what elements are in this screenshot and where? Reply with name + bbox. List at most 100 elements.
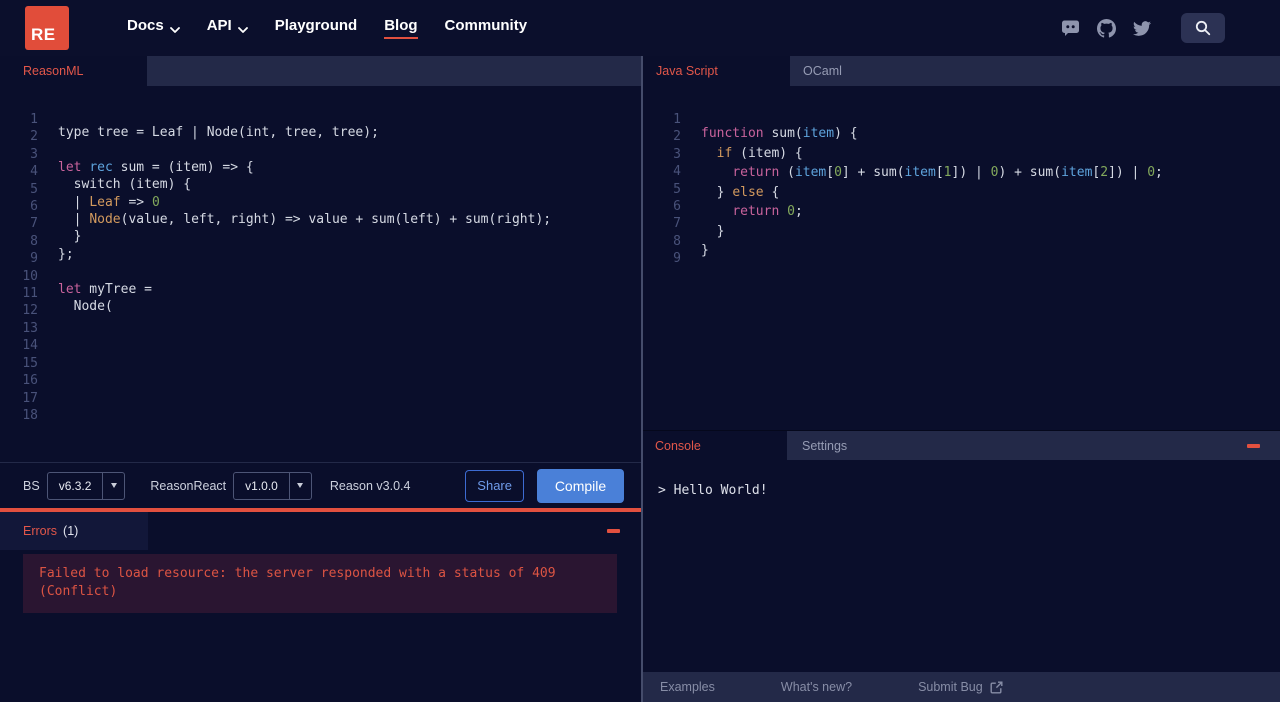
line-number-gutter: 1 2 3 4 5 6 7 8 9 10 11 12 13 14 15 16 17 18	[0, 86, 38, 462]
code-token: (	[779, 165, 795, 180]
code-token: ]) |	[951, 165, 991, 180]
code-token: rec	[89, 159, 113, 175]
playground-footer: Examples What's new? Submit Bug	[643, 672, 1280, 702]
line-number: 12	[22, 303, 38, 319]
reason-editor[interactable]: 1 2 3 4 5 6 7 8 9 10 11 12 13 14 15 16 17 18 type tree = …	[0, 86, 641, 462]
code-token: };	[58, 246, 74, 262]
console-tabbar: Console Settings	[643, 430, 1280, 460]
github-icon[interactable]	[1097, 18, 1116, 38]
code-line: | Leaf => 0	[58, 194, 551, 211]
footer-item-examples[interactable]: Examples	[660, 680, 715, 694]
code-token: let	[58, 281, 82, 297]
code-line: switch (item) {	[58, 176, 551, 193]
line-number-gutter: 1 23 45 678 9	[643, 86, 681, 430]
code-token: [	[935, 165, 944, 180]
errors-panel: Errors (1) Failed to load resource: the …	[0, 508, 641, 702]
line-number: 1	[673, 112, 681, 127]
code-line: }	[58, 228, 551, 245]
nav-item-api[interactable]: API	[207, 17, 248, 39]
footer-item-submit-bug[interactable]: Submit Bug	[918, 680, 1003, 694]
discord-icon[interactable]	[1061, 20, 1080, 36]
code-token: return	[732, 165, 780, 180]
tab-ocaml[interactable]: OCaml	[790, 56, 842, 86]
error-message: Failed to load resource: the server resp…	[23, 554, 617, 613]
twitter-icon[interactable]	[1133, 20, 1151, 36]
code-token: }	[701, 223, 725, 239]
code-token: ]) |	[1108, 165, 1148, 180]
tab-reasonml[interactable]: ReasonML	[0, 56, 147, 86]
nav-item-docs[interactable]: Docs	[127, 17, 180, 39]
code-token: Node(	[58, 299, 113, 315]
nav-item-blog[interactable]: Blog	[384, 17, 418, 39]
footer-item-what-s-new[interactable]: What's new?	[781, 680, 852, 694]
line-number: 16	[22, 373, 38, 389]
line-number: 13	[22, 320, 38, 336]
code-token: sum(	[763, 126, 803, 141]
code-token: sum = (item) => {	[112, 159, 254, 175]
line-number: 8	[30, 233, 38, 249]
code-token: |	[58, 212, 90, 228]
code-token: =>	[120, 194, 152, 210]
tab-errors[interactable]: Errors (1)	[0, 512, 148, 550]
line-number: 6	[30, 199, 38, 215]
code-line: };	[58, 246, 551, 263]
footer-item-label: What's new?	[780, 680, 853, 694]
nav-item-community[interactable]: Community	[445, 17, 528, 39]
output-tabbar: Java Script OCaml	[643, 56, 1280, 86]
code-line: } else {	[701, 183, 1163, 203]
code-line: return 0;	[701, 202, 1163, 222]
footer-item-label: Submit Bug	[918, 680, 983, 694]
nav-item-playground[interactable]: Playground	[275, 17, 358, 39]
js-output-editor[interactable]: 123456789 function sum(item) { if (item)…	[643, 86, 1280, 430]
bs-version-select[interactable]: v6.3.2	[46, 471, 126, 500]
right-pane: Java Script OCaml 123456789 function sum(…	[643, 56, 1280, 702]
code-line: if (item) {	[701, 144, 1163, 164]
code-token: ) + sum(	[998, 165, 1062, 180]
code-line: }	[701, 241, 1163, 261]
tab-console[interactable]: Console	[643, 431, 787, 460]
code-token: switch (item) {	[58, 177, 192, 193]
tab-settings[interactable]: Settings	[787, 431, 847, 460]
reasonreact-label: ReasonReact	[150, 478, 227, 493]
reasonreact-version-select[interactable]: v1.0.0	[233, 471, 312, 500]
nav-right	[1061, 13, 1225, 43]
code-line: | Node(value, left, right) => value + su…	[58, 211, 551, 228]
line-number: 3	[673, 146, 681, 162]
code-line: function sum(item) {	[701, 124, 1163, 144]
code-line: let myTree =	[58, 281, 551, 298]
line-number: 14	[22, 338, 38, 354]
external-link-icon	[990, 681, 1003, 694]
code-token: 0	[834, 165, 842, 180]
compile-toolbar: BS v6.3.2 ReasonReact v1.0.0 Reason v3.0…	[0, 462, 641, 508]
code-token: {	[763, 184, 780, 200]
code-line: return (item[0] + sum(item[1]) | 0) + su…	[701, 163, 1163, 183]
compile-button[interactable]: Compile	[537, 468, 624, 503]
tab-java-script[interactable]: Java Script	[643, 56, 790, 86]
code-token: ) {	[834, 126, 858, 141]
search-button[interactable]	[1181, 13, 1225, 43]
line-number: 9	[673, 251, 681, 267]
reasonreact-version-value: v1.0.0	[245, 478, 278, 493]
line-number: 7	[30, 216, 38, 232]
share-button[interactable]: Share	[465, 469, 524, 502]
code-token: 1	[943, 165, 952, 180]
footer-item-label: Examples	[660, 680, 715, 694]
errors-count-badge: (1)	[63, 524, 79, 538]
code-token: item	[904, 165, 936, 180]
code-token: ] + sum(	[841, 165, 905, 180]
collapse-console-button[interactable]	[1247, 444, 1260, 448]
reason-logo[interactable]: RE	[25, 6, 69, 50]
console-output-area[interactable]: > Hello World!	[643, 460, 1280, 672]
code-token: type tree = Leaf | Node(int, tree, tree)…	[58, 125, 379, 140]
code-token: return	[732, 204, 780, 219]
collapse-errors-button[interactable]	[607, 529, 620, 533]
main-split: ReasonML 1 2 3 4 5 6 7 8 9 10 11 12 13 14 15 16 17 18 typ…	[0, 56, 1280, 702]
